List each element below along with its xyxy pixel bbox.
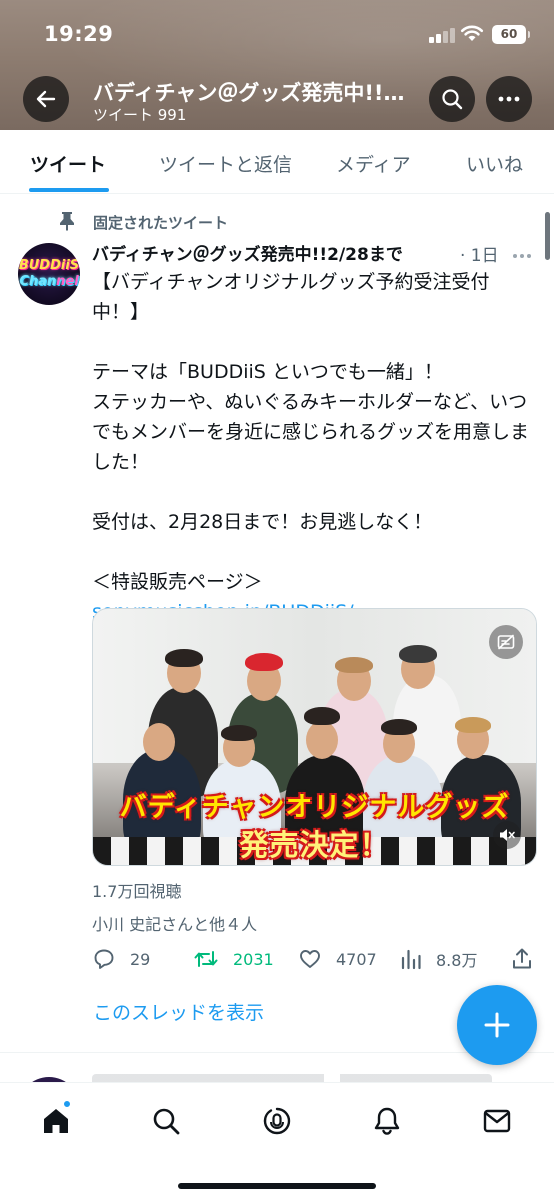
bottom-navigation: [0, 1082, 554, 1200]
video-figure-hair: [399, 645, 437, 663]
video-view-count: 1.7万回視聴: [92, 882, 182, 901]
tweet-count: ツイート 991: [93, 106, 187, 124]
plus-icon: [484, 1012, 510, 1038]
tab-likes[interactable]: いいね: [466, 150, 523, 177]
retweet-icon: [194, 951, 218, 967]
tweet-actions: 29 2031 4707 8.8万: [0, 942, 554, 978]
avatar[interactable]: BUDDiiS Channel: [18, 243, 80, 305]
video-figure-hair: [381, 719, 417, 735]
avatar-logo-line2: Channel: [19, 274, 79, 289]
liked-by-text[interactable]: 小川 史記さんと他４人: [92, 911, 257, 935]
nav-notifications[interactable]: [367, 1101, 407, 1141]
tweet-text-line: 受付は、2月28日まで！お見逃しなく！: [92, 511, 433, 533]
nav-search[interactable]: [146, 1101, 186, 1141]
video-figure-head: [306, 721, 338, 759]
profile-name-title: バディチャン＠グッズ発売中!!2/28まで: [93, 81, 413, 105]
status-bar: 19:29 60: [0, 0, 554, 62]
video-caption: バディチャンオリジナルグッズ: [119, 792, 510, 823]
tweet-more-icon[interactable]: [512, 244, 532, 263]
compose-tweet-button[interactable]: [457, 985, 537, 1065]
video-figure-hair: [455, 717, 491, 733]
profile-nav-bar: バディチャン＠グッズ発売中!!2/28まで ツイート 991: [0, 68, 554, 128]
more-options-button[interactable]: [486, 76, 532, 122]
nav-home[interactable]: [36, 1099, 76, 1141]
search-icon: [153, 1108, 180, 1135]
nav-spaces[interactable]: [257, 1101, 297, 1141]
battery-indicator: 60: [492, 25, 530, 44]
mail-icon: [483, 1109, 511, 1133]
retweet-button[interactable]: 2031: [193, 942, 274, 976]
video-figure-hair: [221, 725, 257, 741]
next-tweet-preview: [0, 1053, 554, 1083]
reply-icon: [94, 949, 114, 969]
tweet-timestamp[interactable]: · 1日: [460, 241, 499, 266]
video-figure-hair: [165, 649, 203, 667]
tab-tweets[interactable]: ツイート: [30, 150, 106, 177]
back-button[interactable]: [23, 76, 69, 122]
pinned-label: 固定されたツイート: [93, 214, 229, 232]
search-icon: [442, 89, 463, 110]
tweet-text: 【バディチャンオリジナルグッズ予約受注受付中！】 テーマは「BUDDiiS とい…: [92, 267, 532, 627]
retweet-count: 2031: [233, 949, 274, 969]
bell-icon: [374, 1107, 400, 1135]
video-figure-cap: [304, 707, 340, 725]
tweet-text-line: ステッカーや、ぬいぐるみキーホルダーなど、いつでもメンバーを身近に感じられるグッ…: [92, 391, 530, 473]
video-figure-cap: [245, 653, 283, 671]
bar-chart-icon: [401, 949, 421, 970]
arrow-left-icon: [36, 90, 56, 108]
cellular-signal-icon: [429, 27, 455, 43]
spaces-icon: [263, 1107, 291, 1135]
wifi-icon: [460, 24, 484, 46]
views-button[interactable]: 8.8万: [400, 942, 477, 976]
search-button[interactable]: [429, 76, 475, 122]
captions-off-icon[interactable]: [489, 625, 523, 659]
video-figure-hair: [335, 657, 373, 673]
profile-tabs: ツイート ツイートと返信 メディア いいね: [0, 130, 554, 194]
share-icon: [513, 948, 531, 969]
pin-icon: [58, 211, 76, 235]
nav-messages[interactable]: [477, 1101, 517, 1141]
show-thread-link[interactable]: このスレッドを表示: [93, 998, 264, 1025]
reply-count: 29: [130, 949, 151, 969]
notification-dot: [62, 1099, 72, 1109]
video-figure-head: [143, 723, 175, 761]
share-button[interactable]: [511, 942, 547, 976]
active-tab-indicator: [29, 188, 109, 192]
avatar-logo-line1: BUDDiiS: [18, 258, 80, 273]
like-button[interactable]: 4707: [298, 942, 377, 976]
tab-media[interactable]: メディア: [336, 150, 411, 177]
tab-tweets-and-replies[interactable]: ツイートと返信: [159, 150, 292, 177]
tweet-video[interactable]: バディチャンオリジナルグッズ 発売決定！: [92, 608, 537, 866]
home-indicator: [178, 1183, 376, 1189]
view-count: 8.8万: [436, 951, 478, 970]
heart-icon: [300, 950, 320, 968]
scrollbar[interactable]: [545, 212, 550, 260]
like-count: 4707: [336, 949, 377, 969]
status-time: 19:29: [44, 22, 114, 46]
ellipsis-icon: [498, 96, 520, 102]
reply-button[interactable]: 29: [92, 942, 150, 976]
tweet-text-line: テーマは「BUDDiiS といつでも一緒」！: [92, 361, 443, 383]
video-caption: 発売決定！: [239, 828, 390, 862]
home-icon: [44, 1109, 68, 1133]
tweet-author-name[interactable]: バディチャン＠グッズ発売中!!2/28まで: [92, 240, 464, 265]
tweet-text-line: ＜特設販売ページ＞: [92, 571, 263, 593]
mute-icon[interactable]: [493, 821, 521, 849]
tweet-text-line: 【バディチャンオリジナルグッズ予約受注受付中！】: [92, 271, 490, 323]
